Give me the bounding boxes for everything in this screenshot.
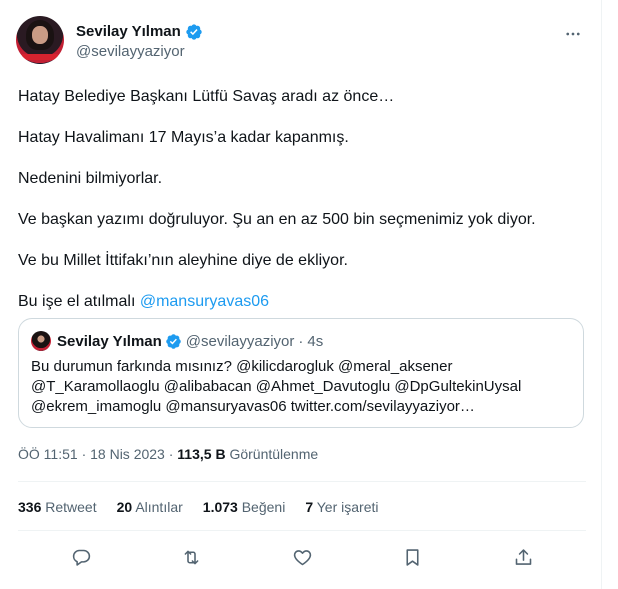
quotes-count: 20 [116,499,133,515]
quoted-age: 4s [307,332,324,350]
bookmarks-stat[interactable]: 7 Yer işareti [305,497,378,517]
reply-button[interactable] [64,540,98,574]
bookmarks-label: Yer işareti [316,499,379,515]
reply-icon [72,549,90,566]
likes-stat[interactable]: 1.073 Beğeni [203,497,286,517]
quoted-separator: · [298,332,304,350]
likes-count: 1.073 [202,499,238,515]
tweet-time[interactable]: ÖÖ 11:51 [18,446,78,462]
tweet-line: Hatay Belediye Başkanı Lütfü Savaş aradı… [18,88,395,105]
retweet-button[interactable] [175,540,209,574]
more-button[interactable] [561,22,585,46]
tweet-line: Ve bu Millet İttifakı’nın aleyhine diye … [18,252,348,269]
quoted-handle: @sevilayyaziyor [185,332,295,350]
tweet-stats: 336 Retweet 20 Alıntılar 1.073 Beğeni 7 … [18,497,399,517]
quotes-label: Alıntılar [135,499,183,515]
bookmark-button[interactable] [396,540,430,574]
quotes-stat[interactable]: 20 Alıntılar [117,497,183,517]
tweet-line: Ve başkan yazımı doğruluyor. Şu an en az… [18,211,536,228]
tweet-line-last: Bu işe el atılmalı @mansuryavas06 [18,291,598,313]
more-horizontal-icon [566,32,580,36]
avatar-face [32,26,48,44]
bookmarks-count: 7 [305,499,314,515]
like-button[interactable] [285,540,319,574]
tweet-header: Sevilay Yılman @sevilayyaziyor [16,16,585,72]
quoted-avatar [31,331,51,351]
quoted-text: Bu durumun farkında mısınız? @kilicdarog… [31,357,571,417]
tweet-line-prefix: Bu işe el atılmalı [18,293,140,310]
mention-link[interactable]: @mansuryavas06 [140,293,269,310]
divider [18,481,586,482]
share-icon [515,548,531,565]
verified-badge-icon [186,24,202,40]
meta-separator: · [168,446,174,462]
retweets-count: 336 [18,499,42,515]
author-handle[interactable]: @sevilayyaziyor [76,42,203,62]
quoted-text-line: @T_Karamollaoglu @alibabacan @Ahmet_Davu… [31,378,522,395]
likes-label: Beğeni [241,499,286,515]
heart-icon [293,549,311,565]
tweet-meta: ÖÖ 11:51 · 18 Nis 2023 · 113,5 B Görüntü… [18,444,318,464]
tweet-text: Hatay Belediye Başkanı Lütfü Savaş aradı… [18,86,598,332]
quoted-tweet[interactable]: Sevilay Yılman @sevilayyaziyor · 4s Bu d… [18,318,584,428]
author-info: Sevilay Yılman @sevilayyaziyor [76,16,203,62]
retweets-label: Retweet [45,499,97,515]
bookmark-icon [406,548,419,566]
quoted-tweet-header: Sevilay Yılman @sevilayyaziyor · 4s [31,331,571,351]
quoted-text-line: Bu durumun farkında mısınız? @kilicdarog… [31,358,453,375]
author-name-row: Sevilay Yılman [76,22,203,42]
divider [18,530,586,531]
views-label: Görüntülenme [229,446,319,462]
tweet-line: Nedenini bilmiyorlar. [18,170,163,187]
action-bar [18,540,586,574]
views-count: 113,5 B [177,446,226,462]
tweet-date[interactable]: 18 Nis 2023 [90,446,165,462]
avatar[interactable] [16,16,64,64]
tweet-line: Hatay Havalimanı 17 Mayıs’a kadar kapanm… [18,129,349,146]
tweet-detail: Sevilay Yılman @sevilayyaziyor Hatay Bel… [0,0,602,589]
quoted-display-name: Sevilay Yılman [57,332,162,350]
share-button[interactable] [506,540,540,574]
quoted-text-line: @ekrem_imamoglu @mansuryavas06 twitter.c… [31,398,475,415]
avatar-banner [22,54,58,60]
retweet-icon [184,550,199,564]
verified-badge-icon [166,333,181,349]
author-display-name[interactable]: Sevilay Yılman [76,22,181,42]
retweets-stat[interactable]: 336 Retweet [18,497,97,517]
meta-separator: · [81,446,87,462]
